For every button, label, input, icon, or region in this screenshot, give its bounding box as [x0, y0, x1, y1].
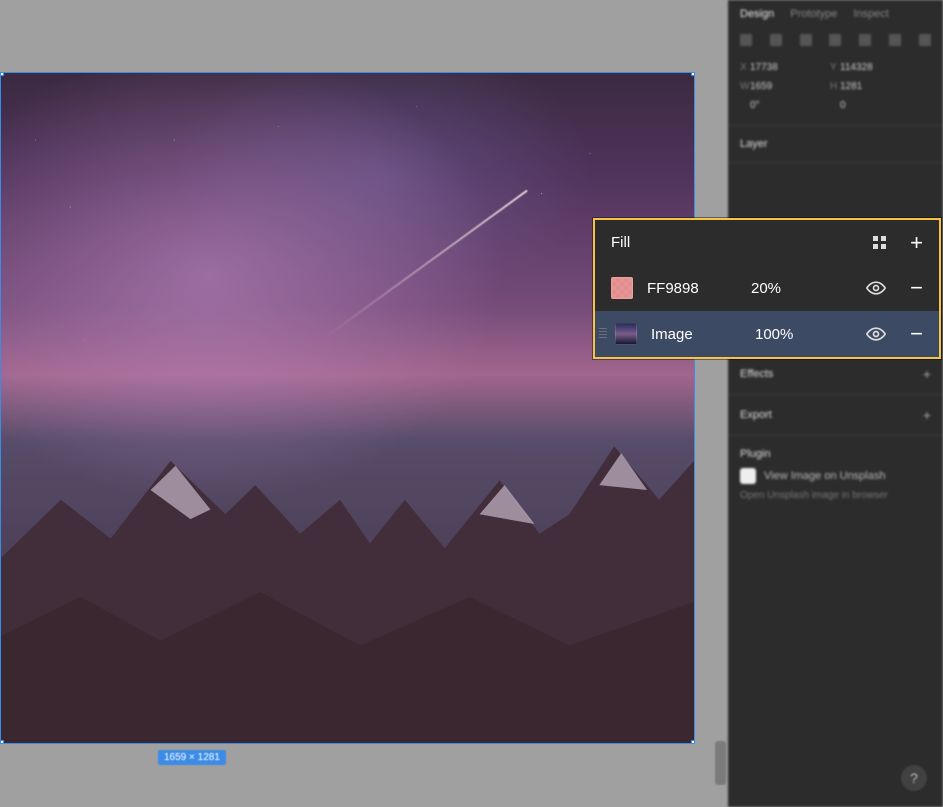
inspector-panel: Design Prototype Inspect X 17738 Y 11432… [728, 0, 943, 807]
align-right-icon[interactable] [800, 34, 812, 46]
tab-prototype[interactable]: Prototype [790, 8, 837, 20]
align-top-icon[interactable] [829, 34, 841, 46]
rotation-field[interactable]: 0° [750, 100, 830, 111]
x-field[interactable]: 17738 [750, 62, 830, 73]
distribute-icon[interactable] [919, 34, 931, 46]
export-section: Export + [728, 394, 943, 435]
fill-swatch-image[interactable] [615, 323, 637, 345]
fill-title: Fill [611, 234, 630, 251]
h-field[interactable]: 1281 [840, 81, 920, 92]
dimension-badge: 1659 × 1281 [158, 750, 226, 765]
canvas-scrollbar[interactable] [715, 741, 726, 785]
fill-hex-label[interactable]: FF9898 [647, 280, 737, 297]
fill-swatch-color[interactable] [611, 277, 633, 299]
plugin-icon [740, 468, 756, 484]
visibility-toggle-icon[interactable] [866, 324, 886, 344]
align-vcenter-icon[interactable] [859, 34, 871, 46]
y-label: Y [830, 62, 840, 73]
w-label: W [740, 81, 750, 92]
align-bottom-icon[interactable] [889, 34, 901, 46]
selected-image-frame[interactable] [0, 72, 695, 744]
fill-image-opacity-value[interactable]: 100% [755, 326, 810, 343]
plugin-title: Plugin [740, 448, 771, 460]
plugin-subtext: Open Unsplash image in browser [740, 490, 931, 501]
add-export-icon[interactable]: + [923, 407, 931, 423]
w-field[interactable]: 1659 [750, 81, 830, 92]
effects-title: Effects [740, 368, 773, 380]
layer-title: Layer [740, 138, 768, 150]
align-hcenter-icon[interactable] [770, 34, 782, 46]
help-button[interactable]: ? [901, 765, 927, 791]
layer-section: Layer [728, 125, 943, 162]
h-label: H [830, 81, 840, 92]
visibility-toggle-icon[interactable] [866, 278, 886, 298]
remove-fill-icon[interactable]: − [910, 329, 923, 339]
export-title: Export [740, 409, 772, 421]
tab-design[interactable]: Design [740, 8, 774, 20]
transform-properties: X 17738 Y 114328 W 1659 H 1281 0° 0 [728, 56, 943, 125]
y-field[interactable]: 114328 [840, 62, 920, 73]
add-effect-icon[interactable]: + [923, 366, 931, 382]
plugin-section: Plugin View Image on Unsplash Open Unspl… [728, 435, 943, 513]
fill-row-image[interactable]: Image 100% − [595, 311, 939, 357]
plugin-item-label: View Image on Unsplash [764, 470, 885, 482]
canvas-area[interactable]: 1659 × 1281 [0, 0, 728, 807]
align-row [728, 28, 943, 56]
add-fill-icon[interactable]: + [910, 236, 923, 250]
fill-row-color[interactable]: FF9898 20% − [595, 265, 939, 311]
align-left-icon[interactable] [740, 34, 752, 46]
effects-section: Effects + [728, 353, 943, 394]
inspector-tabs: Design Prototype Inspect [728, 0, 943, 28]
radius-field[interactable]: 0 [840, 100, 920, 111]
remove-fill-icon[interactable]: − [910, 283, 923, 293]
plugin-item[interactable]: View Image on Unsplash [740, 468, 931, 484]
fill-panel: Fill + FF9898 20% − Image 100% − [593, 218, 941, 359]
tab-inspect[interactable]: Inspect [853, 8, 888, 20]
pink-tint-overlay [1, 73, 694, 743]
fill-header: Fill + [595, 220, 939, 265]
x-label: X [740, 62, 750, 73]
style-library-icon[interactable] [873, 236, 886, 249]
fill-image-label[interactable]: Image [651, 326, 741, 343]
fill-opacity-value[interactable]: 20% [751, 280, 806, 297]
